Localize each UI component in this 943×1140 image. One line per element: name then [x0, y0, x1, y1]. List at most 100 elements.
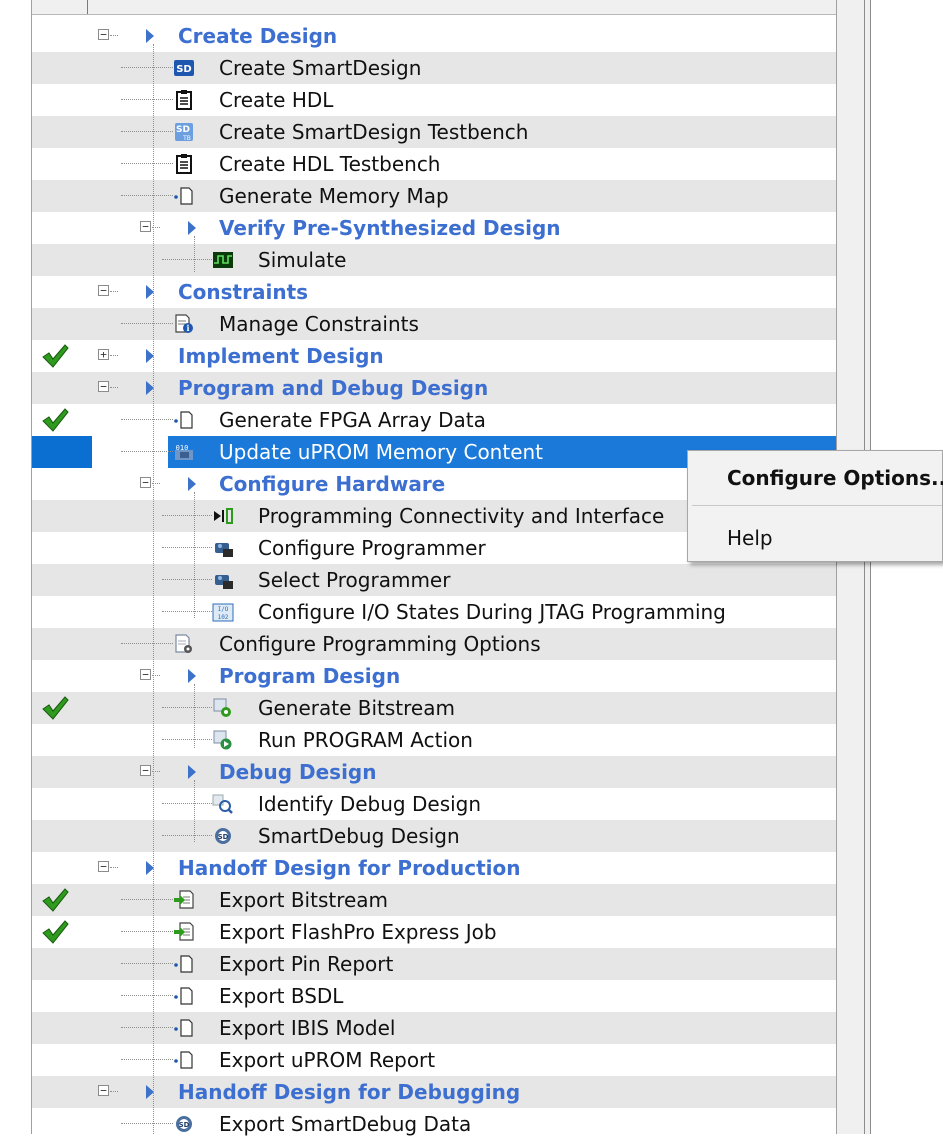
item-label: Update uPROM Memory Content [219, 440, 544, 464]
item-label: Simulate [258, 248, 347, 272]
group-label: Verify Pre-Synthesized Design [219, 216, 561, 240]
svg-text:i: i [186, 323, 189, 333]
collapse-toggle-icon[interactable]: − [98, 1085, 109, 1096]
item-label: Create HDL Testbench [219, 152, 441, 176]
check-icon [41, 919, 69, 945]
tree-connector [110, 35, 118, 36]
tree-guide-line [194, 780, 195, 842]
export-icon [173, 890, 195, 910]
blank-doc-icon [173, 986, 195, 1006]
tree-connector [162, 803, 212, 804]
item-label: Export Bitstream [219, 888, 389, 912]
splitter-line [864, 0, 865, 1134]
tree-connector [110, 1091, 118, 1092]
collapse-toggle-icon[interactable]: − [140, 477, 151, 488]
caret-right-icon [188, 477, 196, 491]
waveform-icon [212, 250, 234, 270]
check-icon [41, 695, 69, 721]
item-label: Select Programmer [258, 568, 451, 592]
smartdebug-icon: SD [212, 826, 234, 846]
export-icon [173, 922, 195, 942]
svg-text:SD: SD [176, 125, 190, 135]
group-label: Implement Design [178, 344, 384, 368]
check-icon [41, 407, 69, 433]
group-label: Handoff Design for Debugging [178, 1080, 521, 1104]
tree-connector [162, 579, 212, 580]
check-icon [41, 343, 69, 369]
clipboard-icon [173, 90, 195, 110]
item-label: Export uPROM Report [219, 1048, 436, 1072]
splitter-gutter[interactable] [837, 0, 871, 1134]
item-label: Identify Debug Design [258, 792, 482, 816]
blank-doc-icon [173, 410, 195, 430]
collapse-toggle-icon[interactable]: − [140, 669, 151, 680]
blank-doc-icon [173, 954, 195, 974]
tree-connector [121, 1059, 173, 1060]
tree-guide-line [194, 684, 195, 748]
item-label: Generate Bitstream [258, 696, 455, 720]
tree-connector [162, 547, 212, 548]
group-label: Program and Debug Design [178, 376, 489, 400]
tree-connector [121, 323, 173, 324]
binary-chip-icon: 010 [173, 442, 195, 462]
smartdesign-icon: SD [173, 58, 195, 78]
tree-connector [121, 195, 173, 196]
tree-connector [162, 515, 212, 516]
collapse-toggle-icon[interactable]: − [98, 861, 109, 872]
collapse-toggle-icon[interactable]: − [140, 765, 151, 776]
group-label: Constraints [178, 280, 309, 304]
item-label: Manage Constraints [219, 312, 419, 336]
item-label: Export FlashPro Express Job [219, 920, 497, 944]
svg-text:SD: SD [176, 64, 192, 75]
settings-doc-icon [173, 634, 195, 654]
collapse-toggle-icon[interactable]: − [98, 285, 109, 296]
tree-header [31, 0, 836, 15]
tree-connector [121, 899, 173, 900]
item-label: Export IBIS Model [219, 1016, 396, 1040]
tree-connector [121, 419, 173, 420]
tree-connector [121, 67, 173, 68]
clipboard-icon [173, 154, 195, 174]
collapse-toggle-icon[interactable]: − [98, 381, 109, 392]
tree-connector [162, 739, 212, 740]
menu-separator [692, 505, 942, 506]
expand-toggle-icon[interactable]: + [98, 349, 109, 360]
svg-text:010: 010 [176, 444, 189, 452]
item-label: Generate Memory Map [219, 184, 449, 208]
tree-connector [121, 931, 173, 932]
menu-item-help[interactable]: Help [727, 526, 773, 550]
tree-connector [121, 643, 173, 644]
tree-connector [121, 131, 173, 132]
collapse-toggle-icon[interactable]: − [140, 221, 151, 232]
tree-connector [110, 291, 118, 292]
item-label: Create SmartDesign [219, 56, 422, 80]
menu-item-configure-options[interactable]: Configure Options... [727, 466, 943, 490]
item-label: Run PROGRAM Action [258, 728, 473, 752]
group-label: Debug Design [219, 760, 377, 784]
programmer-icon [212, 538, 234, 558]
selection-highlight [32, 436, 92, 468]
item-label: Configure I/O States During JTAG Program… [258, 600, 726, 624]
svg-text:SD: SD [218, 833, 229, 841]
blank-doc-icon [173, 1050, 195, 1070]
blank-doc-icon [173, 186, 195, 206]
tree-connector [110, 355, 118, 356]
caret-right-icon [188, 765, 196, 779]
group-label: Configure Hardware [219, 472, 446, 496]
item-label: Export BSDL [219, 984, 344, 1008]
run-action-icon [212, 730, 234, 750]
context-menu: Configure Options... Help [687, 450, 943, 562]
io-states-icon: I/O 102 [212, 602, 234, 622]
magnifier-icon [212, 794, 234, 814]
group-label: Program Design [219, 664, 401, 688]
item-label: Create SmartDesign Testbench [219, 120, 529, 144]
caret-right-icon [146, 29, 154, 43]
item-label: Export SmartDebug Data [219, 1112, 472, 1136]
bitstream-gear-icon [212, 698, 234, 718]
header-divider[interactable] [87, 0, 88, 14]
blank-doc-icon [173, 1018, 195, 1038]
tree-connector [162, 611, 212, 612]
collapse-toggle-icon[interactable]: − [98, 29, 109, 40]
svg-text:102: 102 [218, 614, 229, 621]
tree-guide-line [194, 492, 195, 618]
